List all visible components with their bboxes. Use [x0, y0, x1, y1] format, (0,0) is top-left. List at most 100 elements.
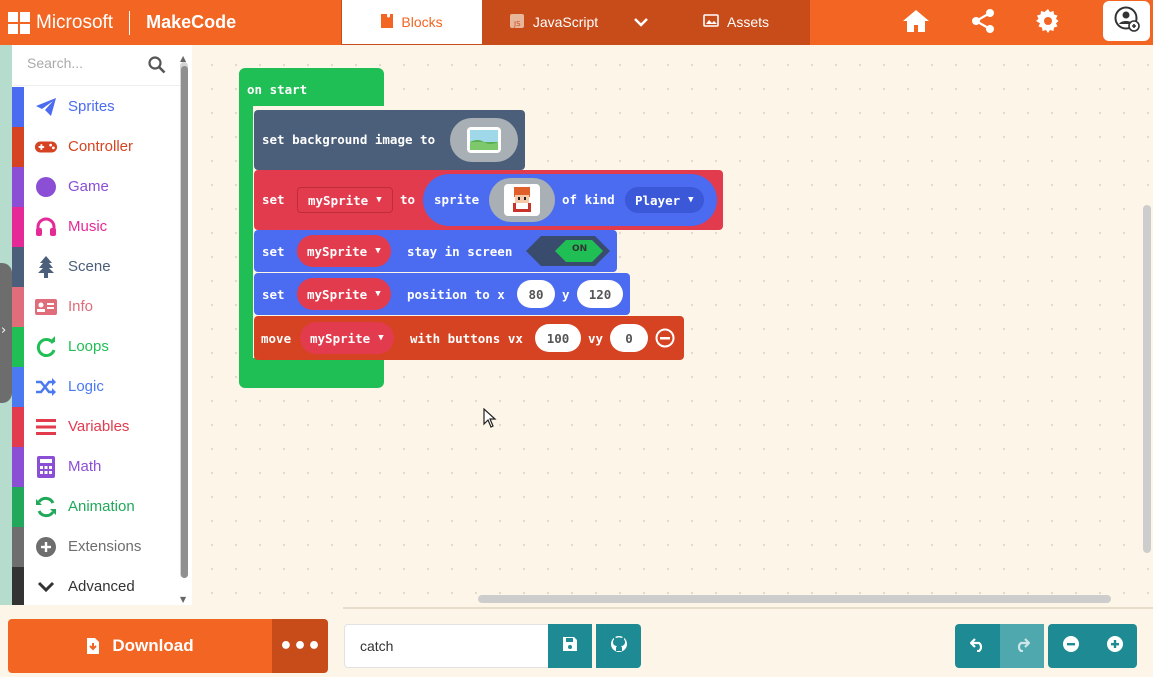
share-button[interactable] — [959, 0, 1007, 45]
github-button[interactable] — [596, 624, 641, 668]
category-music[interactable]: Music — [12, 207, 179, 247]
sprite-create-block[interactable]: sprite of kind Player ▼ — [423, 174, 717, 226]
scroll-up-arrow-icon[interactable]: ▲ — [180, 54, 186, 63]
settings-button[interactable] — [1024, 0, 1072, 45]
y-value-input[interactable]: 120 — [577, 280, 623, 308]
toolbox-scroll-thumb[interactable] — [181, 66, 188, 578]
workspace-horizontal-scrollbar[interactable] — [478, 595, 1111, 603]
category-scene[interactable]: Scene — [12, 247, 179, 287]
js-file-icon: JS — [509, 13, 525, 32]
workspace-vertical-scrollbar[interactable] — [1143, 205, 1151, 553]
sprite-variable-dropdown[interactable]: mySprite ▼ — [300, 322, 394, 354]
scroll-down-arrow-icon[interactable]: ▼ — [180, 595, 186, 604]
search-icon[interactable] — [148, 56, 166, 78]
save-project-button[interactable] — [548, 624, 592, 668]
bottom-divider — [343, 607, 1153, 609]
move-with-buttons-block[interactable]: move mySprite ▼ with buttons vx 100 vy 0 — [254, 316, 684, 360]
zoom-in-icon — [1106, 635, 1124, 657]
set-background-block[interactable]: set background image to — [254, 110, 525, 170]
set-keyword: set — [262, 287, 285, 302]
category-animation[interactable]: Animation — [12, 487, 179, 527]
category-controller[interactable]: Controller — [12, 127, 179, 167]
chevron-down-icon — [34, 576, 58, 598]
background-image-picker[interactable] — [450, 118, 518, 162]
category-advanced[interactable]: Advanced — [12, 567, 179, 607]
language-dropdown[interactable] — [626, 0, 656, 44]
tab-blocks[interactable]: Blocks — [342, 0, 482, 44]
refresh-icon — [34, 336, 58, 358]
sprite-image-picker[interactable] — [489, 178, 555, 222]
landscape-image-icon — [466, 126, 502, 157]
caret-down-icon: ▼ — [376, 195, 382, 205]
undo-button[interactable] — [955, 624, 1000, 668]
category-label: Extensions — [68, 538, 142, 555]
category-label: Math — [68, 458, 102, 475]
toolbox-search[interactable] — [13, 45, 180, 86]
download-label: Download — [112, 636, 194, 655]
download-button[interactable]: Download — [8, 619, 272, 673]
headphones-icon — [34, 216, 58, 238]
sprite-variable-label: mySprite — [307, 243, 368, 259]
caret-down-icon: ▼ — [688, 195, 694, 205]
tab-javascript[interactable]: JS JavaScript — [486, 0, 621, 44]
project-name-input[interactable] — [360, 638, 540, 654]
category-label: Loops — [68, 338, 109, 355]
tab-blocks-label: Blocks — [401, 14, 443, 30]
image-icon — [703, 14, 719, 30]
x-value-input[interactable]: 80 — [517, 280, 555, 308]
brand[interactable]: Microsoft MakeCode — [8, 0, 236, 45]
vy-value-input[interactable]: 0 — [610, 324, 648, 352]
category-math[interactable]: Math — [12, 447, 179, 487]
user-account-button[interactable] — [1103, 1, 1150, 41]
brand-makecode: MakeCode — [146, 12, 237, 32]
category-label: Info — [68, 298, 94, 315]
zoom-out-button[interactable] — [1048, 624, 1093, 668]
sprite-kind-dropdown[interactable]: Player ▼ — [625, 187, 704, 213]
category-color-bar — [12, 367, 24, 407]
project-name-field[interactable] — [344, 624, 549, 668]
category-color-bar — [12, 407, 24, 447]
category-color-bar — [12, 527, 24, 567]
download-more-button[interactable]: ••• — [272, 619, 328, 673]
microsoft-logo-icon — [8, 11, 30, 34]
calculator-icon — [34, 456, 58, 478]
redo-button[interactable] — [1000, 624, 1044, 668]
set-background-label: set background image to — [262, 132, 436, 147]
zoom-in-button[interactable] — [1093, 624, 1137, 668]
search-input[interactable] — [27, 55, 147, 71]
mouse-cursor-icon — [483, 407, 497, 432]
plus-circle-icon — [34, 536, 58, 558]
category-game[interactable]: Game — [12, 167, 179, 207]
move-keyword: move — [261, 331, 292, 346]
remove-parameter-icon[interactable] — [655, 328, 675, 351]
sprite-variable-dropdown[interactable]: mySprite ▼ — [297, 187, 393, 213]
toolbox-collapse-handle[interactable]: › — [0, 263, 12, 403]
home-button[interactable] — [892, 0, 940, 45]
id-card-icon — [34, 296, 58, 318]
category-loops[interactable]: Loops — [12, 327, 179, 367]
y-label: y — [562, 287, 570, 302]
save-icon — [562, 636, 578, 656]
caret-down-icon: ▼ — [378, 333, 384, 343]
sprite-variable-dropdown[interactable]: mySprite ▼ — [297, 235, 391, 267]
to-keyword: to — [400, 192, 416, 207]
chevron-right-icon: › — [1, 323, 7, 338]
vx-value-input[interactable]: 100 — [535, 324, 581, 352]
on-off-toggle[interactable]: ON — [526, 236, 610, 266]
category-label: Music — [68, 218, 108, 235]
set-position-block[interactable]: set mySprite ▼ position to x 80 y 120 — [254, 273, 630, 315]
position-to-x-label: position to x — [407, 287, 505, 302]
sprite-variable-dropdown[interactable]: mySprite ▼ — [297, 278, 391, 310]
category-sprites[interactable]: Sprites — [12, 87, 179, 127]
category-extensions[interactable]: Extensions — [12, 527, 179, 567]
tab-assets-label: Assets — [726, 14, 769, 30]
category-variables[interactable]: Variables — [12, 407, 179, 447]
svg-text:JS: JS — [513, 20, 521, 28]
tab-assets[interactable]: Assets — [681, 0, 791, 44]
stay-in-screen-label: stay in screen — [407, 244, 513, 259]
category-logic[interactable]: Logic — [12, 367, 179, 407]
set-sprite-block[interactable]: set mySprite ▼ to sprite of kind Player ▼ — [254, 170, 723, 230]
category-info[interactable]: Info — [12, 287, 179, 327]
circle-icon — [34, 176, 58, 198]
stay-in-screen-block[interactable]: set mySprite ▼ stay in screen ON — [254, 230, 617, 272]
